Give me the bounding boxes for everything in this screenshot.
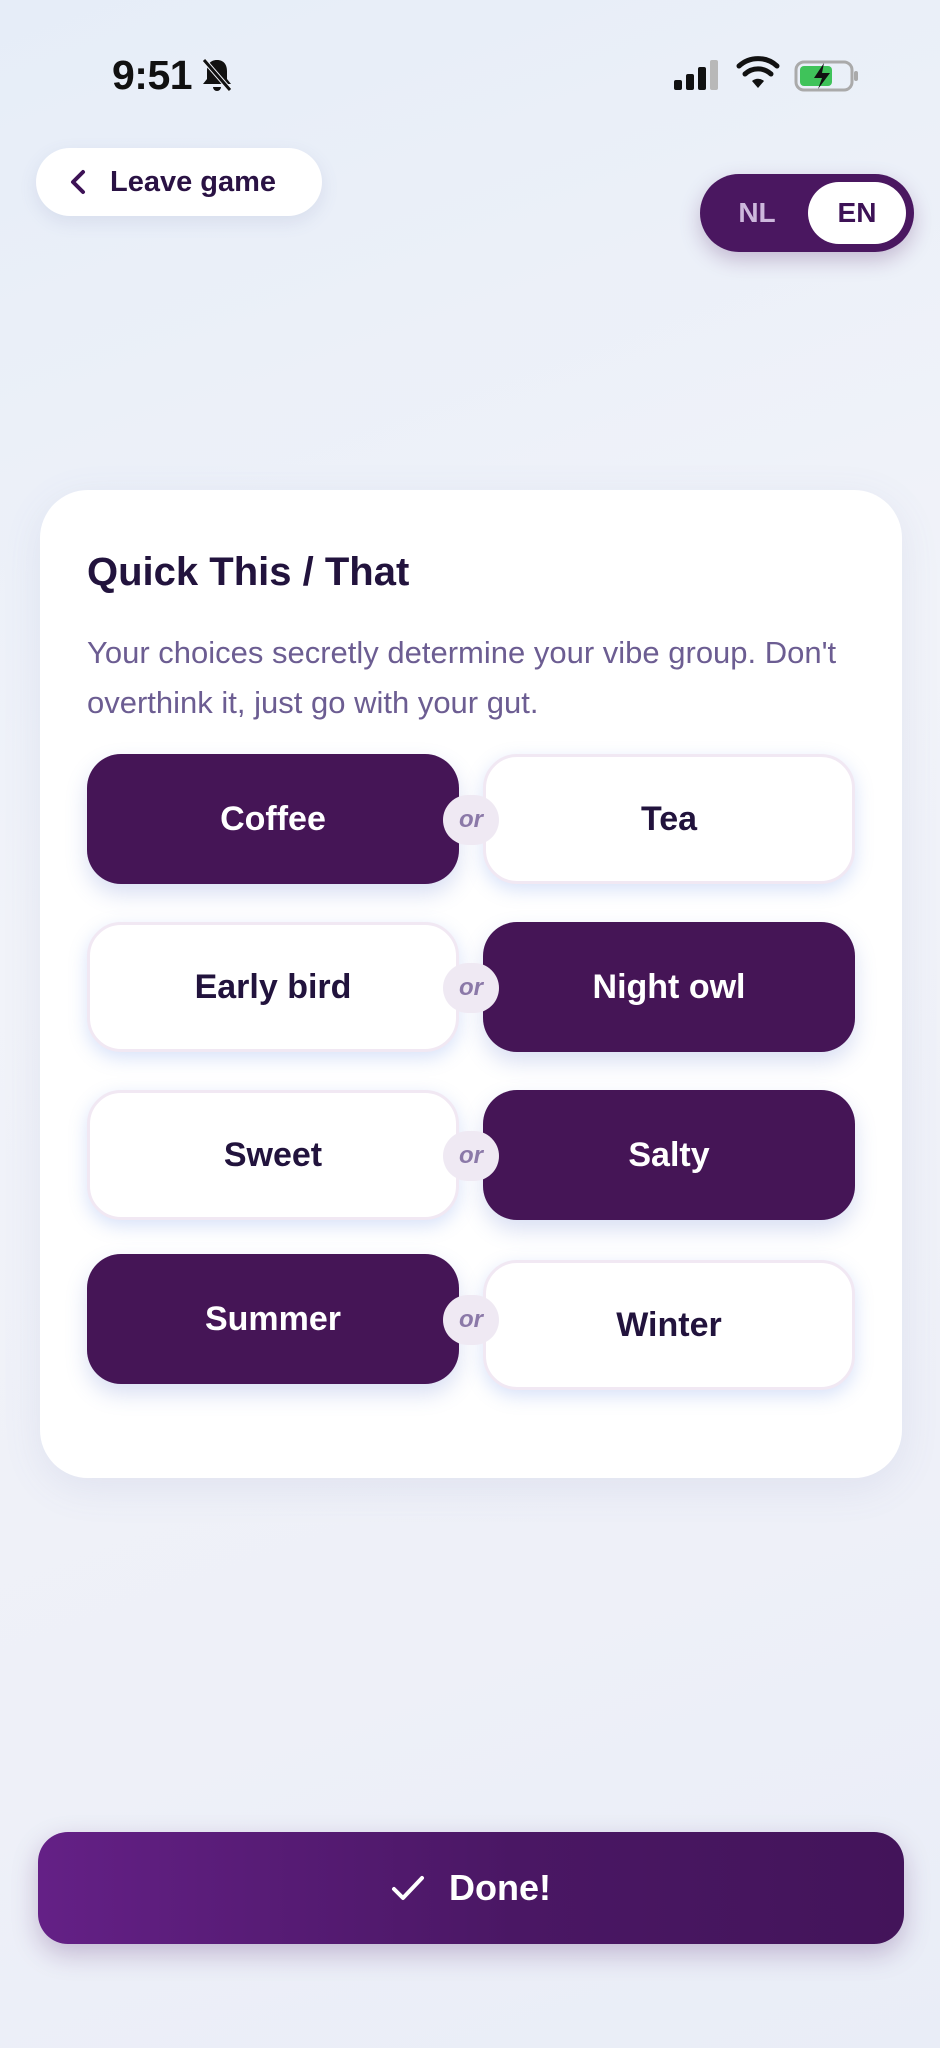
done-label: Done!	[449, 1867, 551, 1908]
leave-game-button[interactable]: Leave game	[36, 148, 322, 216]
choice-night-owl-button[interactable]: Night owl	[483, 922, 855, 1052]
or-separator: or	[443, 795, 499, 845]
choice-summer-button[interactable]: Summer	[87, 1254, 459, 1384]
choice-pair-earlybird-nightowl: Early bird Night owl or	[87, 922, 857, 1054]
or-separator: or	[443, 963, 499, 1013]
done-button[interactable]: Done!	[38, 1832, 904, 1944]
status-bar: 9:51	[0, 0, 940, 120]
signal-icon	[674, 60, 718, 90]
quick-this-that-card: Quick This / That Your choices secretly …	[40, 490, 902, 1478]
leave-game-label: Leave game	[110, 165, 277, 198]
choice-early-bird-button[interactable]: Early bird	[87, 922, 459, 1052]
choice-pair-sweet-salty: Sweet Salty or	[87, 1090, 857, 1222]
card-description: Your choices secretly determine your vib…	[87, 635, 837, 720]
choice-tea-button[interactable]: Tea	[483, 754, 855, 884]
or-separator: or	[443, 1131, 499, 1181]
choice-coffee-button[interactable]: Coffee	[87, 754, 459, 884]
card-title: Quick This / That	[87, 550, 410, 594]
checkmark-icon	[392, 1876, 424, 1900]
language-option-en[interactable]: EN	[808, 182, 906, 244]
bell-muted-icon	[202, 58, 232, 92]
choice-winter-button[interactable]: Winter	[483, 1260, 855, 1390]
choice-salty-button[interactable]: Salty	[483, 1090, 855, 1220]
battery-charging-icon	[794, 60, 858, 92]
choice-pair-summer-winter: Summer Winter or	[87, 1254, 857, 1390]
chevron-left-icon	[71, 170, 85, 194]
language-option-nl[interactable]: NL	[708, 182, 806, 244]
choice-pair-coffee-tea: Coffee Tea or	[87, 754, 857, 886]
language-toggle[interactable]: NL EN	[700, 174, 914, 252]
status-time: 9:51	[112, 52, 193, 98]
choice-sweet-button[interactable]: Sweet	[87, 1090, 459, 1220]
wifi-icon	[736, 56, 780, 88]
or-separator: or	[443, 1295, 499, 1345]
